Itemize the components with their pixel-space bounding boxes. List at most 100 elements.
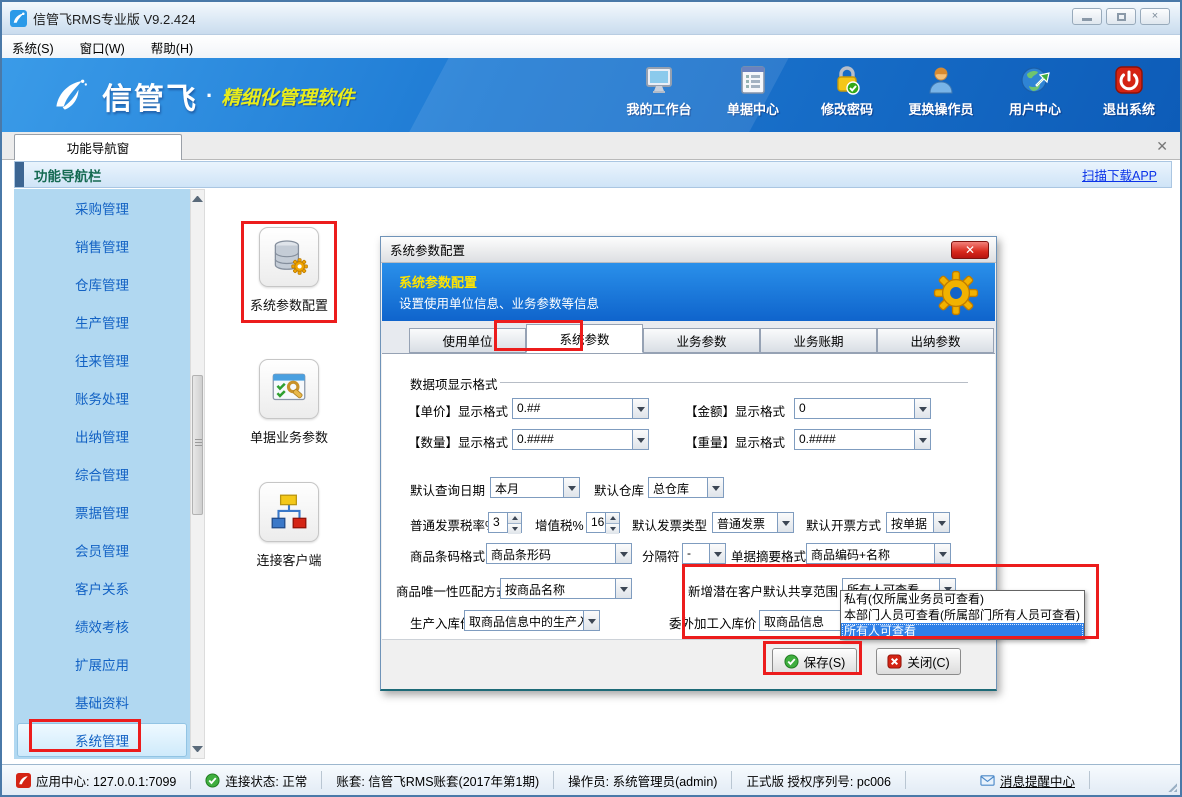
dialog-title: 系统参数配置 bbox=[390, 240, 465, 259]
outsource-price-combo[interactable]: 取商品信息 bbox=[759, 610, 845, 631]
sidebar-item-crm[interactable]: 客户关系 bbox=[14, 569, 190, 607]
toolbar-user-center[interactable]: 用户中心 bbox=[998, 64, 1072, 118]
invoice-type-combo[interactable]: 普通发票 bbox=[712, 512, 794, 533]
dialog-close-button[interactable]: ✕ bbox=[951, 241, 989, 259]
toolbar-label: 更换操作员 bbox=[908, 99, 973, 118]
scroll-up-icon[interactable] bbox=[192, 196, 203, 202]
change-password-icon bbox=[831, 64, 863, 96]
system-params-icon bbox=[259, 227, 319, 287]
quantity-format-combo[interactable]: 0.#### bbox=[512, 429, 649, 450]
tab-company-info[interactable]: 使用单位 bbox=[409, 328, 526, 353]
sidebar-item-bills[interactable]: 票据管理 bbox=[14, 493, 190, 531]
sidebar-item-general[interactable]: 综合管理 bbox=[14, 455, 190, 493]
doc-business-params-icon bbox=[259, 359, 319, 419]
shortcut-doc-business-params[interactable]: 单据业务参数 bbox=[234, 359, 344, 446]
share-scope-dropdown-list: 私有(仅所属业务员可查看) 本部门人员可查看(所属部门所有人员可查看) 所有人可… bbox=[840, 590, 1085, 640]
dialog-header-band: 系统参数配置 设置使用单位信息、业务参数等信息 bbox=[382, 263, 995, 321]
minimize-button[interactable] bbox=[1072, 8, 1102, 25]
toolbar-change-password[interactable]: 修改密码 bbox=[810, 64, 884, 118]
maximize-button[interactable] bbox=[1106, 8, 1136, 25]
status-connection: 连接状态: 正常 bbox=[191, 771, 322, 789]
sidebar-item-contacts[interactable]: 往来管理 bbox=[14, 341, 190, 379]
status-message-center[interactable]: 消息提醒中心 bbox=[966, 771, 1090, 789]
toolbar-document-center[interactable]: 单据中心 bbox=[716, 64, 790, 118]
status-operator: 操作员: 系统管理员(admin) bbox=[554, 771, 732, 789]
toolbar-workbench[interactable]: 我的工作台 bbox=[622, 64, 696, 118]
close-button[interactable]: × bbox=[1140, 8, 1170, 25]
amount-format-combo[interactable]: 0 bbox=[794, 398, 931, 419]
shortcut-connect-client[interactable]: 连接客户端 bbox=[234, 482, 344, 569]
vat-spinner[interactable]: 16 bbox=[586, 512, 620, 533]
sidebar-item-cashier[interactable]: 出纳管理 bbox=[14, 417, 190, 455]
brand-name: 信管飞 bbox=[102, 74, 198, 118]
download-app-link[interactable]: 扫描下载APP bbox=[1082, 165, 1157, 184]
status-license: 正式版 授权序列号: pc006 bbox=[732, 771, 905, 789]
tab-system-params[interactable]: 系统参数 bbox=[526, 324, 643, 353]
barcode-format-combo[interactable]: 商品条形码 bbox=[486, 543, 632, 564]
production-price-combo[interactable]: 取商品信息中的生产入库价 bbox=[464, 610, 600, 631]
scroll-down-icon[interactable] bbox=[192, 746, 203, 752]
sidebar-item-members[interactable]: 会员管理 bbox=[14, 531, 190, 569]
barcode-format-label: 商品条码格式 bbox=[410, 546, 485, 565]
toolbar-switch-operator[interactable]: 更换操作员 bbox=[904, 64, 978, 118]
sidebar-item-basedata[interactable]: 基础资料 bbox=[14, 683, 190, 721]
tab-business-params[interactable]: 业务参数 bbox=[643, 328, 760, 353]
invoice-rate-spinner[interactable]: 3 bbox=[488, 512, 522, 533]
brand-logo-icon bbox=[46, 75, 92, 117]
tab-business-period[interactable]: 业务账期 bbox=[760, 328, 877, 353]
close-dialog-button[interactable]: 关闭(C) bbox=[876, 648, 961, 675]
amount-format-label: 【金额】显示格式 bbox=[685, 401, 785, 420]
unique-match-combo[interactable]: 按商品名称 bbox=[500, 578, 632, 599]
toolbar-exit-system[interactable]: 退出系统 bbox=[1092, 64, 1166, 118]
summary-format-combo[interactable]: 商品编码+名称 bbox=[806, 543, 951, 564]
shortcut-system-params[interactable]: 系统参数配置 bbox=[234, 227, 344, 314]
quick-toolbar: 我的工作台 单据中心 修改密码 更换操作员 用户中心 退出系统 bbox=[622, 64, 1166, 118]
chevron-down-icon bbox=[563, 478, 579, 497]
chevron-down-icon bbox=[632, 430, 648, 449]
sidebar-item-purchase[interactable]: 采购管理 bbox=[14, 189, 190, 227]
switch-operator-icon bbox=[925, 64, 957, 96]
dialog-title-bar[interactable]: 系统参数配置 ✕ bbox=[381, 237, 996, 263]
warehouse-combo[interactable]: 总仓库 bbox=[648, 477, 724, 498]
tab-close-icon[interactable]: ✕ bbox=[1156, 138, 1168, 155]
weight-format-combo[interactable]: 0.#### bbox=[794, 429, 931, 450]
resize-grip[interactable] bbox=[1167, 782, 1177, 792]
scrollbar-thumb[interactable] bbox=[192, 375, 203, 515]
vat-label: 增值税% bbox=[535, 515, 584, 534]
menu-help[interactable]: 帮助(H) bbox=[151, 38, 193, 57]
sidebar-item-performance[interactable]: 绩效考核 bbox=[14, 607, 190, 645]
save-check-icon bbox=[784, 654, 799, 669]
billing-mode-label: 默认开票方式 bbox=[806, 515, 881, 534]
dropdown-option-private[interactable]: 私有(仅所属业务员可查看) bbox=[841, 591, 1084, 607]
tab-cashier-params[interactable]: 出纳参数 bbox=[877, 328, 994, 353]
menu-bar: 系统(S) 窗口(W) 帮助(H) bbox=[2, 36, 1180, 58]
save-button[interactable]: 保存(S) bbox=[772, 648, 857, 675]
sidebar-item-system[interactable]: 系统管理 bbox=[17, 723, 187, 757]
sidebar-item-sales[interactable]: 销售管理 bbox=[14, 227, 190, 265]
dialog-footer: 保存(S) 关闭(C) bbox=[382, 639, 995, 688]
sidebar-item-production[interactable]: 生产管理 bbox=[14, 303, 190, 341]
title-bar: 信管飞RMS专业版 V9.2.424 × bbox=[2, 2, 1180, 35]
query-date-combo[interactable]: 本月 bbox=[490, 477, 580, 498]
billing-mode-combo[interactable]: 按单据 bbox=[886, 512, 950, 533]
chevron-down-icon bbox=[709, 544, 725, 563]
sidebar-item-accounting[interactable]: 账务处理 bbox=[14, 379, 190, 417]
sidebar-item-extensions[interactable]: 扩展应用 bbox=[14, 645, 190, 683]
spin-up-icon bbox=[606, 513, 619, 524]
menu-system[interactable]: 系统(S) bbox=[12, 38, 54, 57]
separator-combo[interactable]: - bbox=[682, 543, 726, 564]
chevron-down-icon bbox=[914, 399, 930, 418]
envelope-icon bbox=[980, 773, 995, 788]
sidebar-item-warehouse[interactable]: 仓库管理 bbox=[14, 265, 190, 303]
app-window: 信管飞RMS专业版 V9.2.424 × 系统(S) 窗口(W) 帮助(H) 信… bbox=[0, 0, 1182, 797]
summary-format-label: 单据摘要格式 bbox=[731, 546, 806, 565]
dropdown-option-department[interactable]: 本部门人员可查看(所属部门所有人员可查看) bbox=[841, 607, 1084, 623]
app-center-icon bbox=[16, 773, 31, 788]
dropdown-option-everyone[interactable]: 所有人可查看 bbox=[841, 623, 1084, 639]
unit-price-format-combo[interactable]: 0.## bbox=[512, 398, 649, 419]
tab-nav-window[interactable]: 功能导航窗 bbox=[14, 134, 182, 160]
sidebar-scrollbar[interactable] bbox=[190, 189, 205, 759]
chevron-down-icon bbox=[934, 544, 950, 563]
menu-window[interactable]: 窗口(W) bbox=[80, 38, 125, 57]
weight-format-label: 【重量】显示格式 bbox=[685, 432, 785, 451]
